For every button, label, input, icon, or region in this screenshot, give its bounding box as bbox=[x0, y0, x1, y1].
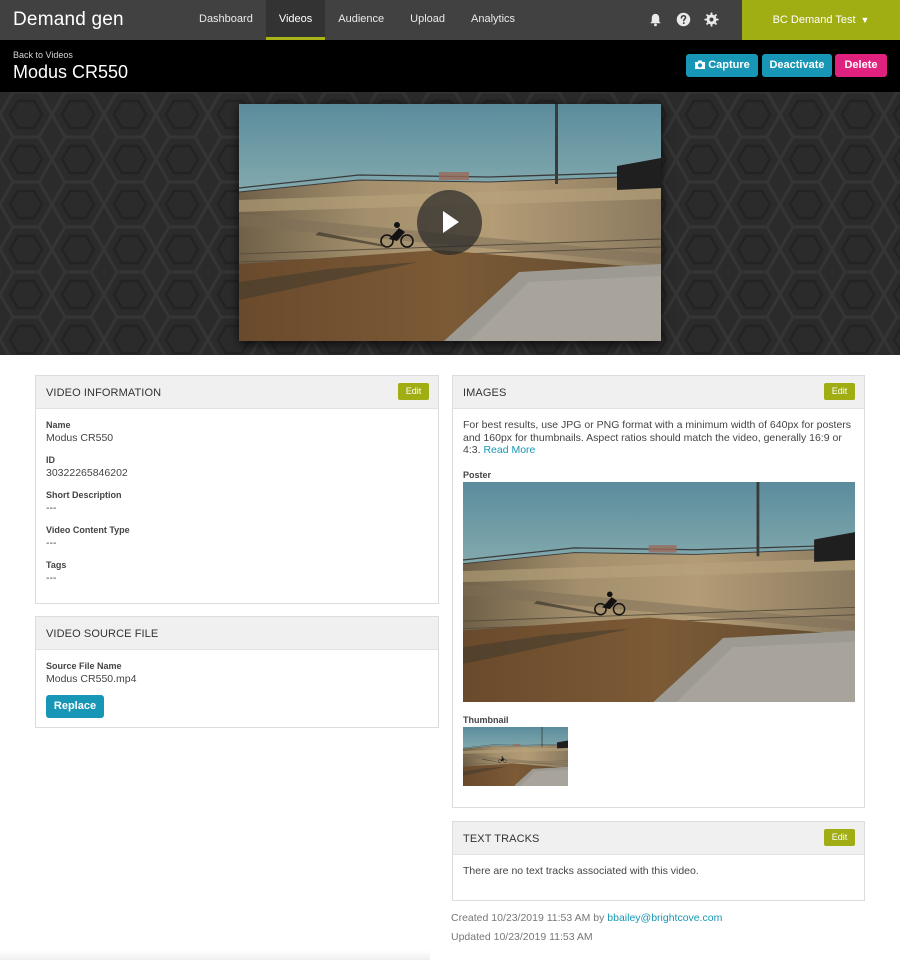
card-header: IMAGES Edit bbox=[453, 376, 864, 409]
id-value: 30322265846202 bbox=[46, 467, 128, 479]
bell-icon[interactable] bbox=[648, 12, 663, 27]
camera-icon bbox=[695, 60, 706, 69]
card-header: VIDEO INFORMATION Edit bbox=[36, 376, 438, 409]
short-description-value: --- bbox=[46, 502, 57, 514]
created-text: Created 10/23/2019 11:53 AM by bbox=[451, 912, 605, 924]
deactivate-button[interactable]: Deactivate bbox=[762, 54, 832, 77]
play-button[interactable] bbox=[417, 190, 482, 255]
main-nav: Dashboard Videos Audience Upload Analyti… bbox=[186, 0, 528, 40]
video-source-file-card: VIDEO SOURCE FILE Source File Name Modus… bbox=[35, 616, 439, 728]
source-file-name-value: Modus CR550.mp4 bbox=[46, 673, 137, 685]
no-text-tracks-message: There are no text tracks associated with… bbox=[463, 865, 699, 877]
back-to-videos-link[interactable]: Back to Videos bbox=[13, 50, 73, 60]
thumbnail-frame bbox=[463, 727, 568, 786]
images-help-text: For best results, use JPG or PNG format … bbox=[463, 419, 855, 457]
tags-label: Tags bbox=[46, 560, 67, 570]
card-header: VIDEO SOURCE FILE bbox=[36, 617, 438, 650]
name-value: Modus CR550 bbox=[46, 432, 114, 444]
video-content-type-label: Video Content Type bbox=[46, 525, 130, 535]
nav-analytics[interactable]: Analytics bbox=[458, 0, 528, 40]
thumbnail-label: Thumbnail bbox=[463, 715, 509, 725]
id-label: ID bbox=[46, 455, 55, 465]
capture-label: Capture bbox=[708, 59, 750, 71]
images-card: IMAGES Edit For best results, use JPG or… bbox=[452, 375, 865, 808]
created-by-link[interactable]: bbailey@brightcove.com bbox=[607, 912, 722, 924]
name-label: Name bbox=[46, 420, 71, 430]
edit-images-button[interactable]: Edit bbox=[824, 383, 855, 400]
delete-button[interactable]: Delete bbox=[835, 54, 887, 77]
nav-dashboard[interactable]: Dashboard bbox=[186, 0, 266, 40]
card-title: VIDEO INFORMATION bbox=[46, 387, 162, 399]
title-bar: Back to Videos Modus CR550 Capture Deact… bbox=[0, 40, 900, 92]
top-nav: Demand gen Dashboard Videos Audience Upl… bbox=[0, 0, 900, 40]
video-player[interactable] bbox=[239, 104, 661, 341]
video-content-type-value: --- bbox=[46, 537, 57, 549]
app-brand[interactable]: Demand gen bbox=[13, 9, 124, 31]
text-tracks-card: TEXT TRACKS Edit There are no text track… bbox=[452, 821, 865, 901]
card-header: TEXT TRACKS Edit bbox=[453, 822, 864, 855]
account-caret-icon: ▼ bbox=[860, 15, 870, 25]
card-title: TEXT TRACKS bbox=[463, 833, 540, 845]
edit-video-info-button[interactable]: Edit bbox=[398, 383, 429, 400]
video-information-card: VIDEO INFORMATION Edit Name Modus CR550 … bbox=[35, 375, 439, 604]
tags-value: --- bbox=[46, 572, 57, 584]
nav-upload[interactable]: Upload bbox=[397, 0, 458, 40]
thumbnail-image[interactable] bbox=[463, 727, 568, 786]
poster-image[interactable] bbox=[463, 482, 855, 702]
source-file-name-label: Source File Name bbox=[46, 661, 122, 671]
edit-text-tracks-button[interactable]: Edit bbox=[824, 829, 855, 846]
replace-button[interactable]: Replace bbox=[46, 695, 104, 718]
updated-info: Updated 10/23/2019 11:53 AM bbox=[451, 931, 593, 943]
play-icon bbox=[443, 211, 459, 233]
bottom-shadow bbox=[0, 950, 430, 960]
help-icon[interactable] bbox=[676, 12, 691, 27]
player-stage bbox=[0, 92, 900, 355]
poster-frame bbox=[463, 482, 855, 702]
account-menu[interactable]: BC Demand Test ▼ bbox=[742, 0, 900, 40]
poster-label: Poster bbox=[463, 470, 492, 480]
nav-icons bbox=[648, 12, 719, 27]
short-description-label: Short Description bbox=[46, 490, 122, 500]
account-name: BC Demand Test bbox=[772, 14, 856, 26]
gear-icon[interactable] bbox=[704, 12, 719, 27]
created-info: Created 10/23/2019 11:53 AM by bbailey@b… bbox=[451, 912, 722, 924]
nav-videos[interactable]: Videos bbox=[265, 0, 326, 40]
card-title: VIDEO SOURCE FILE bbox=[46, 628, 159, 640]
nav-audience[interactable]: Audience bbox=[325, 0, 397, 40]
page-title: Modus CR550 bbox=[13, 62, 129, 82]
read-more-link[interactable]: Read More bbox=[483, 444, 535, 456]
card-title: IMAGES bbox=[463, 387, 507, 399]
capture-button[interactable]: Capture bbox=[686, 54, 758, 77]
